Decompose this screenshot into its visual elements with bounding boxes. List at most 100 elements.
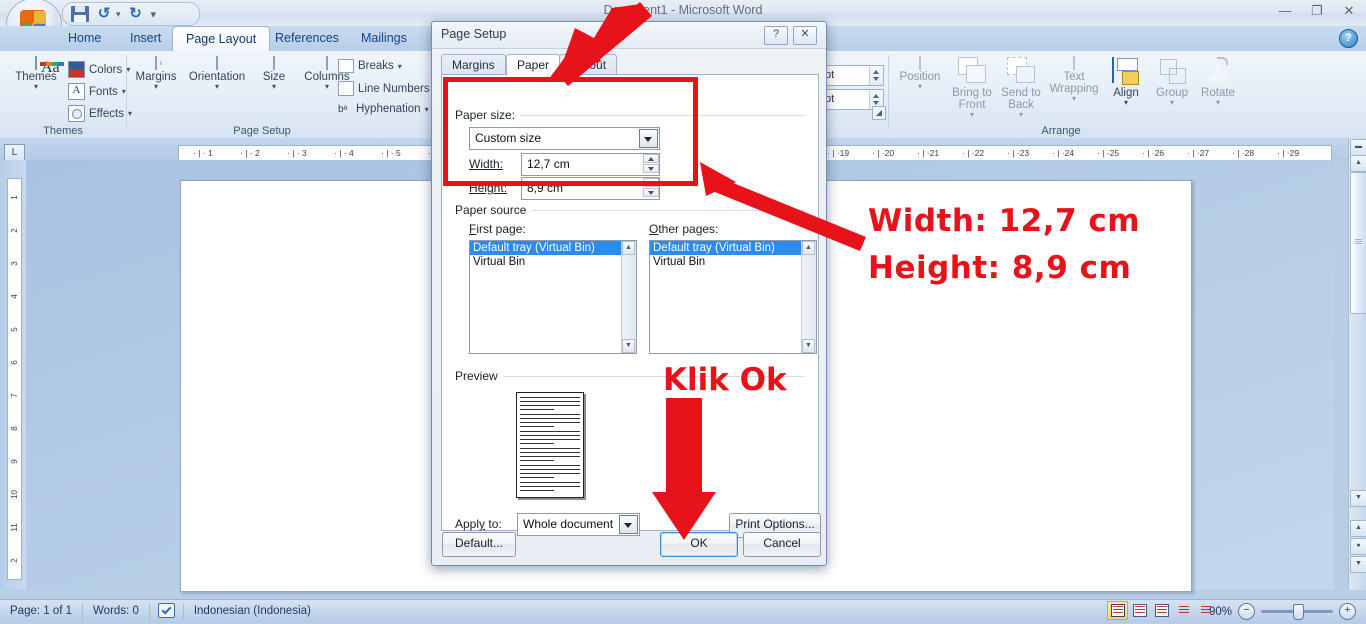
previous-page-icon[interactable]: ▲ xyxy=(1350,520,1366,537)
hyphenation-button[interactable]: bᵃ Hyphenation ▾ xyxy=(338,103,429,115)
tab-mailings[interactable]: Mailings xyxy=(348,26,420,51)
list-item[interactable]: Virtual Bin xyxy=(470,255,636,269)
other-pages-listbox[interactable]: Default tray (Virtual Bin) Virtual Bin ▲… xyxy=(649,240,817,354)
default-button[interactable]: Default... xyxy=(442,532,516,557)
ruler-tick: 4 xyxy=(10,294,19,299)
print-layout-view-icon[interactable] xyxy=(1107,601,1128,620)
size-button[interactable]: Size ▾ xyxy=(252,56,296,91)
group-divider xyxy=(888,55,889,127)
breaks-icon xyxy=(338,59,354,73)
next-page-icon[interactable]: ▼ xyxy=(1350,556,1366,573)
apply-to-label: Apply to: xyxy=(455,517,502,531)
text-wrapping-button[interactable]: Text Wrapping ▾ xyxy=(1046,56,1102,103)
theme-colors-button[interactable]: Colors ▾ xyxy=(68,61,130,78)
proofing-icon[interactable] xyxy=(150,603,184,620)
tab-page-layout[interactable]: Page Layout xyxy=(172,26,271,52)
apply-to-combo[interactable]: Whole document xyxy=(517,513,640,536)
vertical-ruler[interactable]: 1 2 3 4 5 6 7 8 9 10 11 2 xyxy=(7,178,22,580)
paragraph-dialog-launcher[interactable]: ◢ xyxy=(872,106,886,120)
group-button[interactable]: Group ▾ xyxy=(1150,57,1194,107)
tab-references[interactable]: References xyxy=(262,26,352,51)
themes-button[interactable]: Aa Themes ▾ xyxy=(10,56,64,91)
listbox-scrollbar[interactable]: ▲ ▼ xyxy=(621,241,636,353)
bring-to-front-dropdown-icon: ▾ xyxy=(969,110,974,119)
margins-dropdown-icon: ▾ xyxy=(153,82,158,91)
select-browse-object-icon[interactable]: ● xyxy=(1350,538,1366,555)
customize-qat-icon[interactable]: ▾ xyxy=(151,8,157,21)
split-window-handle[interactable]: ▬ xyxy=(1350,139,1366,156)
zoom-slider-track[interactable] xyxy=(1261,604,1333,620)
scroll-down-icon[interactable]: ▼ xyxy=(622,339,635,353)
list-item[interactable]: Default tray (Virtual Bin) xyxy=(650,241,803,255)
scroll-up-icon[interactable]: ▲ xyxy=(1350,155,1366,172)
text-wrapping-icon xyxy=(1073,56,1075,70)
cancel-button[interactable]: Cancel xyxy=(743,532,821,557)
margins-button[interactable]: Margins ▾ xyxy=(130,56,182,91)
close-icon[interactable]: ✕ xyxy=(1340,2,1358,20)
annotation-height-note: Height: 8,9 cm xyxy=(868,250,1132,286)
ruler-tick: 11 xyxy=(10,523,19,532)
orientation-button[interactable]: Orientation ▾ xyxy=(184,56,250,91)
scroll-up-icon[interactable]: ▲ xyxy=(802,241,815,255)
full-screen-reading-view-icon[interactable] xyxy=(1129,601,1150,620)
vertical-scrollbar[interactable]: ▬ ▲ ▼ ▲ ● ▼ xyxy=(1348,138,1366,590)
ruler-tick: 3 xyxy=(10,261,19,266)
ribbon-group-page-setup: Margins ▾ Orientation ▾ Size ▾ Columns ▾… xyxy=(130,51,430,138)
outline-view-icon[interactable] xyxy=(1173,601,1194,620)
text-wrapping-dropdown-icon: ▾ xyxy=(1071,94,1076,103)
dialog-tab-paper[interactable]: Paper xyxy=(506,54,561,76)
redo-icon[interactable]: ↻ xyxy=(127,6,145,22)
ruler-tick: · | ·26 xyxy=(1142,148,1165,158)
dialog-tab-margins[interactable]: Margins xyxy=(441,54,506,76)
status-page[interactable]: Page: 1 of 1 xyxy=(0,603,84,620)
bring-to-front-button[interactable]: Bring to Front ▾ xyxy=(948,57,996,119)
send-to-back-icon xyxy=(1007,57,1035,85)
scroll-thumb[interactable] xyxy=(1350,172,1366,314)
tab-home[interactable]: Home xyxy=(55,26,114,51)
ok-button[interactable]: OK xyxy=(660,532,738,557)
spacing-before-field[interactable]: pt xyxy=(820,65,884,86)
spacing-before-stepper[interactable] xyxy=(869,66,883,85)
align-button[interactable]: Align ▾ xyxy=(1104,57,1148,107)
breaks-button[interactable]: Breaks ▾ xyxy=(338,59,402,73)
zoom-out-icon[interactable]: − xyxy=(1238,603,1255,620)
dialog-help-icon[interactable]: ? xyxy=(764,26,788,45)
zoom-in-icon[interactable]: + xyxy=(1339,603,1356,620)
help-icon[interactable]: ? xyxy=(1339,29,1358,48)
list-item[interactable]: Virtual Bin xyxy=(650,255,816,269)
effects-icon xyxy=(68,105,85,122)
ruler-tick: · | ·27 xyxy=(1187,148,1210,158)
undo-dropdown-icon[interactable]: ▾ xyxy=(116,9,121,20)
send-to-back-button[interactable]: Send to Back ▾ xyxy=(998,57,1044,119)
scroll-down-icon[interactable]: ▼ xyxy=(1350,490,1366,507)
align-icon xyxy=(1112,57,1140,85)
scroll-down-icon[interactable]: ▼ xyxy=(802,339,815,353)
dialog-close-icon[interactable]: ✕ xyxy=(793,26,817,45)
restore-icon[interactable]: ❐ xyxy=(1308,2,1326,20)
web-layout-view-icon[interactable] xyxy=(1151,601,1172,620)
zoom-slider-thumb[interactable] xyxy=(1293,604,1304,620)
chevron-down-icon[interactable] xyxy=(619,515,638,534)
undo-icon[interactable]: ↺ xyxy=(95,6,113,22)
status-language[interactable]: Indonesian (Indonesia) xyxy=(184,603,321,620)
theme-fonts-button[interactable]: A Fonts ▾ xyxy=(68,83,126,100)
list-item[interactable]: Default tray (Virtual Bin) xyxy=(470,241,623,255)
status-words[interactable]: Words: 0 xyxy=(83,603,150,620)
position-button[interactable]: Position ▾ xyxy=(894,56,946,91)
line-numbers-icon xyxy=(338,81,354,96)
themes-icon: Aa xyxy=(35,56,64,76)
scroll-up-icon[interactable]: ▲ xyxy=(622,241,635,255)
first-page-label: FFirst page:irst page: xyxy=(469,222,526,236)
theme-effects-button[interactable]: Effects ▾ xyxy=(68,105,132,122)
minimize-icon[interactable]: — xyxy=(1276,2,1294,20)
line-numbers-button[interactable]: Line Numbers xyxy=(338,81,430,96)
ruler-tick: · | · 4 xyxy=(334,148,354,158)
tab-insert[interactable]: Insert xyxy=(117,26,174,51)
bring-to-front-icon xyxy=(958,57,986,85)
dialog-tab-layout[interactable]: Layout xyxy=(559,54,618,76)
save-icon[interactable] xyxy=(71,6,89,22)
zoom-level[interactable]: 90% xyxy=(1209,606,1232,618)
listbox-scrollbar[interactable]: ▲ ▼ xyxy=(801,241,816,353)
rotate-button[interactable]: Rotate ▾ xyxy=(1196,57,1240,107)
first-page-listbox[interactable]: Default tray (Virtual Bin) Virtual Bin ▲… xyxy=(469,240,637,354)
